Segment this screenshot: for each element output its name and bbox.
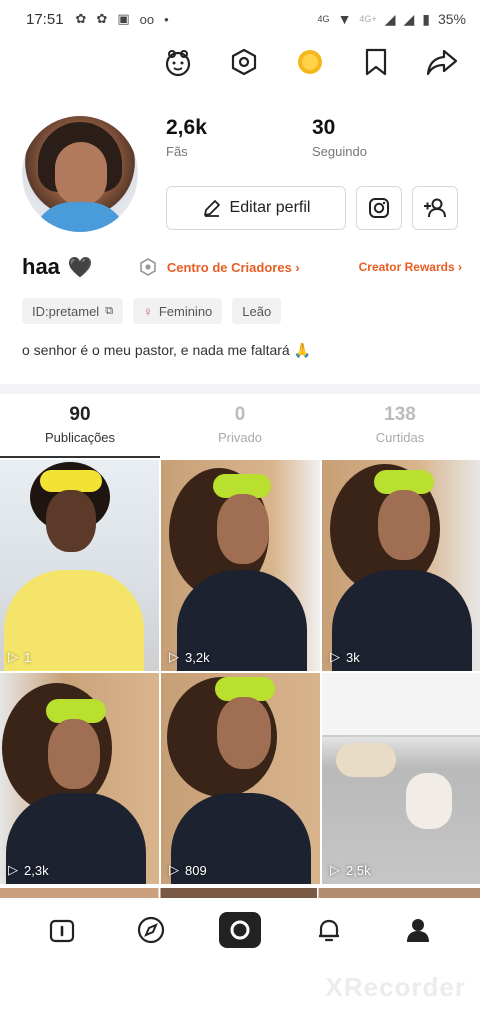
pencil-icon	[203, 200, 220, 217]
instagram-button[interactable]	[356, 186, 402, 230]
view-count: ▷ 809	[169, 862, 207, 878]
black-heart-icon: 🖤	[67, 256, 93, 279]
play-icon: ▷	[8, 862, 18, 877]
bottom-navigation	[0, 898, 480, 962]
video-thumbnail[interactable]: ▷ 1	[0, 460, 159, 671]
copy-icon: ⧉	[105, 304, 114, 317]
following-stat[interactable]: 30 Seguindo	[312, 116, 458, 159]
video-thumbnail[interactable]: ▷ 2,3k	[0, 673, 159, 884]
play-icon: ▷	[330, 649, 340, 664]
play-icon: ▷	[169, 862, 179, 877]
view-count: ▷ 3,2k	[169, 649, 210, 665]
add-user-icon	[424, 198, 446, 218]
display-name: haa 🖤	[22, 254, 93, 279]
video-thumbnail[interactable]: ▷ 3k	[322, 460, 480, 671]
fans-count: 2,6k	[166, 116, 207, 139]
creator-rewards-label: Creator Rewards	[358, 260, 455, 274]
female-icon: ♀	[143, 303, 153, 319]
video-thumbnail[interactable]: ▷ 2,5k	[322, 673, 480, 884]
voicemail-icon: ᴏᴏ	[139, 11, 155, 27]
battery-level: 35%	[437, 11, 466, 27]
creator-center-label: Centro de Criadores	[166, 259, 292, 275]
edit-profile-button[interactable]: Editar perfil	[166, 186, 346, 230]
network-label: 4G	[317, 14, 330, 24]
active-tab-indicator	[0, 456, 160, 458]
video-grid: ▷ 1 ▷ 3,2k ▷ 3k ▷ 2,3k ▷ 809 ▷ 2,5k	[0, 460, 480, 884]
profile-tags: ID:pretamel ⧉ ♀ Feminino Leão	[22, 298, 282, 324]
wifi-icon: ▼	[337, 11, 352, 27]
compass-icon	[138, 916, 165, 944]
parking-icon: ▣	[117, 11, 130, 26]
view-count: ▷ 3k	[330, 649, 360, 665]
nav-discover[interactable]	[129, 908, 173, 952]
nav-profile[interactable]	[396, 908, 440, 952]
signal-icon: ◢	[403, 10, 415, 27]
add-friend-button[interactable]	[412, 186, 458, 230]
play-icon: ▷	[8, 649, 18, 664]
video-thumbnail[interactable]: ▷ 809	[161, 673, 320, 884]
name-row: haa 🖤 Centro de Criadores › Creator Rewa…	[22, 254, 462, 280]
play-icon: ▷	[330, 862, 340, 877]
nav-notifications[interactable]	[307, 908, 351, 952]
id-tag[interactable]: ID:pretamel ⧉	[22, 298, 124, 324]
view-count: ▷ 2,5k	[330, 862, 371, 878]
video-grid-next-row	[0, 888, 480, 898]
video-thumbnail[interactable]: ▷ 3,2k	[161, 460, 320, 671]
play-icon: ▷	[169, 649, 179, 664]
tab-publications[interactable]: 90 Publicações	[0, 404, 160, 458]
status-time: 17:51	[26, 10, 64, 28]
edit-profile-label: Editar perfil	[229, 199, 311, 216]
view-count: ▷ 1	[8, 649, 32, 665]
content-tabs: 90 Publicações 0 Privado 138 Curtidas	[0, 404, 480, 458]
bookmark-icon[interactable]	[360, 46, 392, 78]
home-icon	[50, 919, 75, 943]
app-notification-icon: ✿	[75, 11, 87, 26]
network-label-secondary: 4G+	[359, 14, 377, 24]
settings-icon[interactable]	[228, 46, 260, 78]
section-divider	[0, 384, 480, 394]
signal-icon: ◢	[384, 10, 396, 27]
fans-label: Fãs	[166, 144, 188, 159]
creator-center-link[interactable]: Centro de Criadores ›	[139, 258, 300, 276]
tab-liked[interactable]: 138 Curtidas	[320, 404, 480, 458]
dot-icon: •	[164, 11, 169, 27]
creator-rewards-link[interactable]: Creator Rewards ›	[359, 260, 462, 274]
fans-stat[interactable]: 2,6k Fãs	[166, 116, 312, 159]
nav-home[interactable]	[40, 908, 84, 952]
camera-icon	[218, 912, 261, 948]
avatar-sticker-icon[interactable]	[162, 46, 194, 78]
status-bar: 17:51 ✿ ✿ ▣ ᴏᴏ • 4G ▼ 4G+ ◢ ◢ ▮ 35%	[0, 0, 480, 38]
nav-camera[interactable]	[218, 908, 262, 952]
gender-tag: ♀ Feminino	[133, 298, 223, 324]
share-icon[interactable]	[426, 46, 458, 78]
notification-icons: ✿ ✿ ▣ ᴏᴏ •	[76, 11, 169, 27]
profile-stats: 2,6k Fãs 30 Seguindo	[166, 116, 458, 159]
view-count: ▷ 2,3k	[8, 862, 49, 878]
zodiac-tag: Leão	[232, 298, 282, 324]
bell-icon	[318, 919, 339, 942]
instagram-icon	[369, 198, 389, 218]
recorder-watermark: XRecorder	[325, 972, 466, 1002]
profile-actions-bar	[162, 40, 458, 84]
app-notification-icon: ✿	[96, 11, 108, 26]
following-count: 30	[312, 116, 336, 139]
battery-icon: ▮	[422, 10, 430, 27]
profile-icon	[406, 919, 429, 942]
system-icons: 4G ▼ 4G+ ◢ ◢ ▮ 35%	[318, 11, 466, 28]
creator-badge-icon	[140, 258, 156, 276]
avatar[interactable]	[22, 116, 138, 232]
profile-bio: o senhor é o meu pastor, e nada me falta…	[22, 342, 312, 358]
following-label: Seguindo	[312, 144, 367, 159]
coin-icon[interactable]	[294, 46, 326, 78]
tab-private[interactable]: 0 Privado	[160, 404, 320, 458]
